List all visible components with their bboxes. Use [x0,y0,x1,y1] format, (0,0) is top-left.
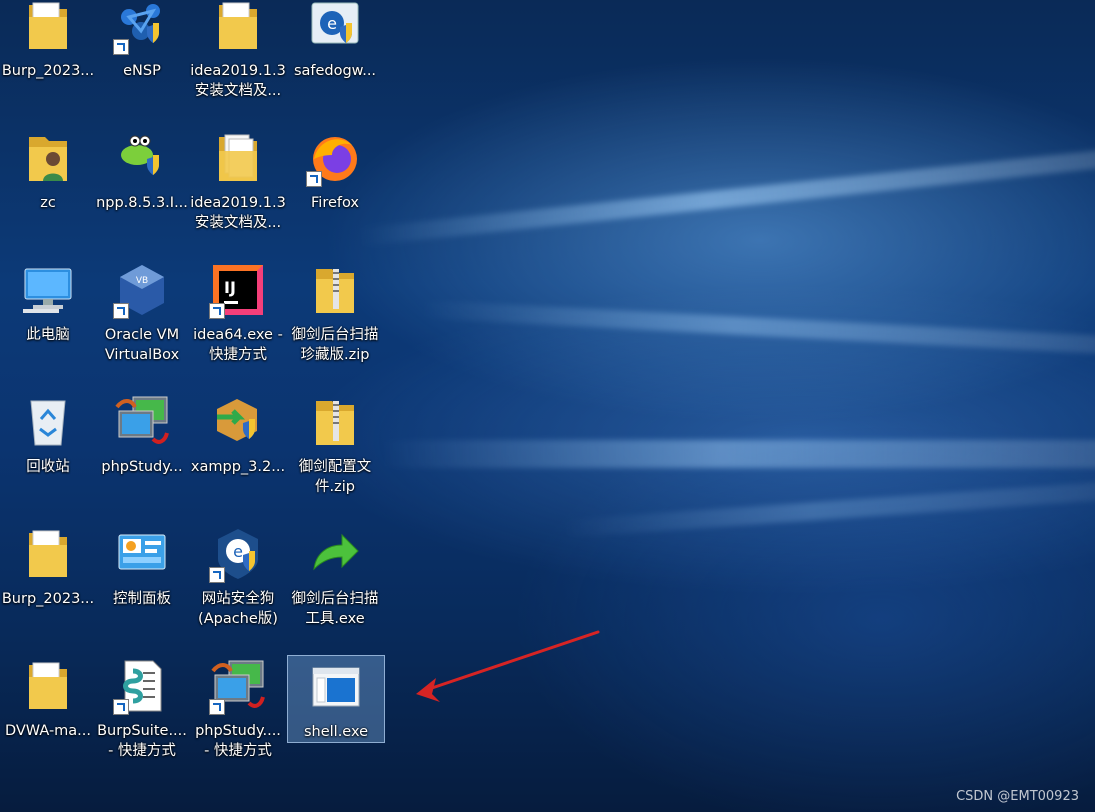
watermark-text: CSDN @EMT00923 [956,789,1079,804]
annotation-arrow [416,630,600,702]
annotation-arrow-line [424,630,600,692]
annotation-arrow-head [416,678,440,702]
